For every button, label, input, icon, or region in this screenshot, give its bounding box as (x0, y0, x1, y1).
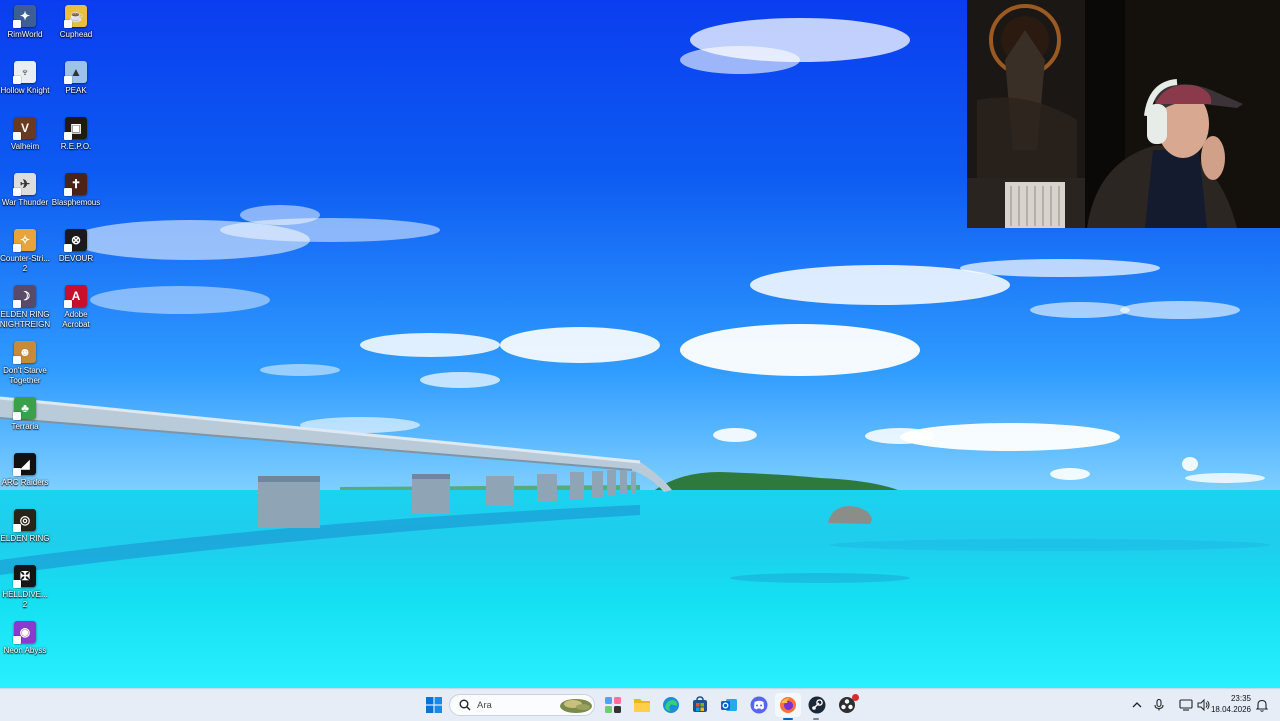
desktop-shortcut-arc-raiders[interactable]: ◢ ARC Raiders (0, 453, 50, 488)
dont-starve-icon: ☻ (13, 341, 36, 364)
desktop-shortcut-label: Counter-Stri... 2 (0, 254, 50, 273)
obs-button[interactable] (834, 693, 860, 717)
start-button[interactable] (421, 693, 447, 717)
microphone-icon (1154, 699, 1164, 711)
desktop-shortcut-blasphemous[interactable]: ✝ Blasphemous (51, 173, 101, 208)
elden-ring-nightreign-icon: ☽ (13, 285, 36, 308)
desktop-shortcut-peak[interactable]: ▲ PEAK (51, 61, 101, 96)
firefox-icon (780, 697, 796, 713)
desktop-shortcut-valheim[interactable]: V Valheim (0, 117, 50, 152)
desktop-shortcut-label: Valheim (10, 142, 40, 151)
network-icon (1179, 699, 1193, 711)
clock-time: 23:35 (1230, 694, 1251, 703)
peak-icon: ▲ (64, 61, 87, 84)
steam-button[interactable] (804, 693, 830, 717)
hollow-knight-icon: ♆ (13, 61, 36, 84)
widgets-icon (605, 697, 621, 713)
search-icon (459, 699, 471, 711)
neon-abyss-icon: ◉ (13, 621, 36, 644)
counter-strike-icon: ✧ (13, 229, 36, 252)
rimworld-icon: ✦ (13, 5, 36, 28)
cuphead-icon: ☕ (64, 5, 87, 28)
bell-icon (1256, 699, 1268, 712)
outlook-button[interactable] (716, 693, 742, 717)
show-hidden-icons-button[interactable] (1128, 693, 1146, 717)
desktop-shortcut-elden-ring-nightreign[interactable]: ☽ ELDEN RING NIGHTREIGN (0, 285, 50, 329)
steam-icon (808, 696, 826, 714)
windows-logo-icon (426, 697, 442, 713)
desktop-icon-grid: ✦ RimWorld ♆ Hollow Knight V Valheim ✈ War Thun… (0, 0, 110, 688)
desktop-shortcut-label: Hollow Knight (0, 86, 50, 95)
desktop-shortcut-label: PEAK (65, 86, 87, 95)
desktop-shortcut-elden-ring[interactable]: ◎ ELDEN RING (0, 509, 50, 544)
devour-icon: ⊗ (64, 229, 87, 252)
search-highlight-image (560, 699, 592, 713)
war-thunder-icon: ✈ (13, 173, 36, 196)
desktop-shortcut-helldivers[interactable]: ✠ HELLDIVE... 2 (0, 565, 50, 609)
clock-date: 18.04.2026 (1210, 705, 1251, 714)
microphone-button[interactable] (1150, 693, 1168, 717)
desktop-shortcut-cuphead[interactable]: ☕ Cuphead (51, 5, 101, 40)
blasphemous-icon: ✝ (64, 173, 87, 196)
desktop-shortcut-label: HELLDIVE... 2 (2, 590, 48, 609)
desktop-shortcut-repo[interactable]: ▣ R.E.P.O. (51, 117, 101, 152)
desktop-shortcut-label: Terraria (11, 422, 39, 431)
discord-icon (750, 696, 768, 714)
desktop-shortcut-dont-starve[interactable]: ☻ Don't Starve Together (0, 341, 50, 385)
widgets-button[interactable] (600, 693, 626, 717)
folder-icon (634, 699, 650, 712)
adobe-acrobat-icon: A (64, 285, 87, 308)
desktop-shortcut-label: RimWorld (7, 30, 43, 39)
repo-icon: ▣ (64, 117, 87, 140)
file-explorer-button[interactable] (629, 693, 655, 717)
desktop-shortcut-label: DEVOUR (58, 254, 94, 263)
desktop-shortcut-rimworld[interactable]: ✦ RimWorld (0, 5, 50, 40)
desktop-shortcut-label: Blasphemous (51, 198, 101, 207)
desktop-shortcut-counter-strike[interactable]: ✧ Counter-Stri... 2 (0, 229, 50, 273)
desktop-shortcut-hollow-knight[interactable]: ♆ Hollow Knight (0, 61, 50, 96)
edge-button[interactable] (658, 693, 684, 717)
desktop-shortcut-label: ELDEN RING NIGHTREIGN (0, 310, 51, 329)
taskbar: Ara 23:35 18.04.2026 (0, 688, 1280, 721)
webcam-overlay (967, 0, 1280, 228)
desktop-shortcut-adobe-acrobat[interactable]: A Adobe Acrobat (51, 285, 101, 329)
desktop-shortcut-label: Neon Abyss (3, 646, 47, 655)
valheim-icon: V (13, 117, 36, 140)
desktop-shortcut-label: Cuphead (59, 30, 93, 39)
chevron-up-icon (1132, 702, 1142, 708)
clock[interactable]: 23:35 18.04.2026 (1201, 693, 1251, 715)
desktop-shortcut-terraria[interactable]: ♣ Terraria (0, 397, 50, 432)
desktop-shortcut-label: Don't Starve Together (3, 366, 47, 385)
taskbar-search[interactable]: Ara (449, 694, 595, 716)
discord-button[interactable] (746, 693, 772, 717)
desktop-shortcut-label: War Thunder (1, 198, 49, 207)
desktop-shortcut-label: R.E.P.O. (60, 142, 92, 151)
desktop-shortcut-label: ARC Raiders (1, 478, 49, 487)
notifications-button[interactable] (1252, 693, 1272, 717)
elden-ring-icon: ◎ (13, 509, 36, 532)
desktop-shortcut-label: ELDEN RING (0, 534, 50, 543)
terraria-icon: ♣ (13, 397, 36, 420)
desktop-shortcut-label: Adobe Acrobat (62, 310, 90, 329)
microsoft-store-icon (693, 696, 707, 712)
firefox-button[interactable] (775, 693, 801, 717)
desktop-shortcut-devour[interactable]: ⊗ DEVOUR (51, 229, 101, 264)
outlook-icon (721, 699, 737, 711)
arc-raiders-icon: ◢ (13, 453, 36, 476)
notification-badge (852, 694, 859, 701)
desktop-shortcut-war-thunder[interactable]: ✈ War Thunder (0, 173, 50, 208)
microsoft-store-button[interactable] (687, 693, 713, 717)
edge-icon (663, 697, 679, 713)
desktop-shortcut-neon-abyss[interactable]: ◉ Neon Abyss (0, 621, 50, 656)
search-placeholder: Ara (477, 699, 492, 711)
helldivers-icon: ✠ (13, 565, 36, 588)
